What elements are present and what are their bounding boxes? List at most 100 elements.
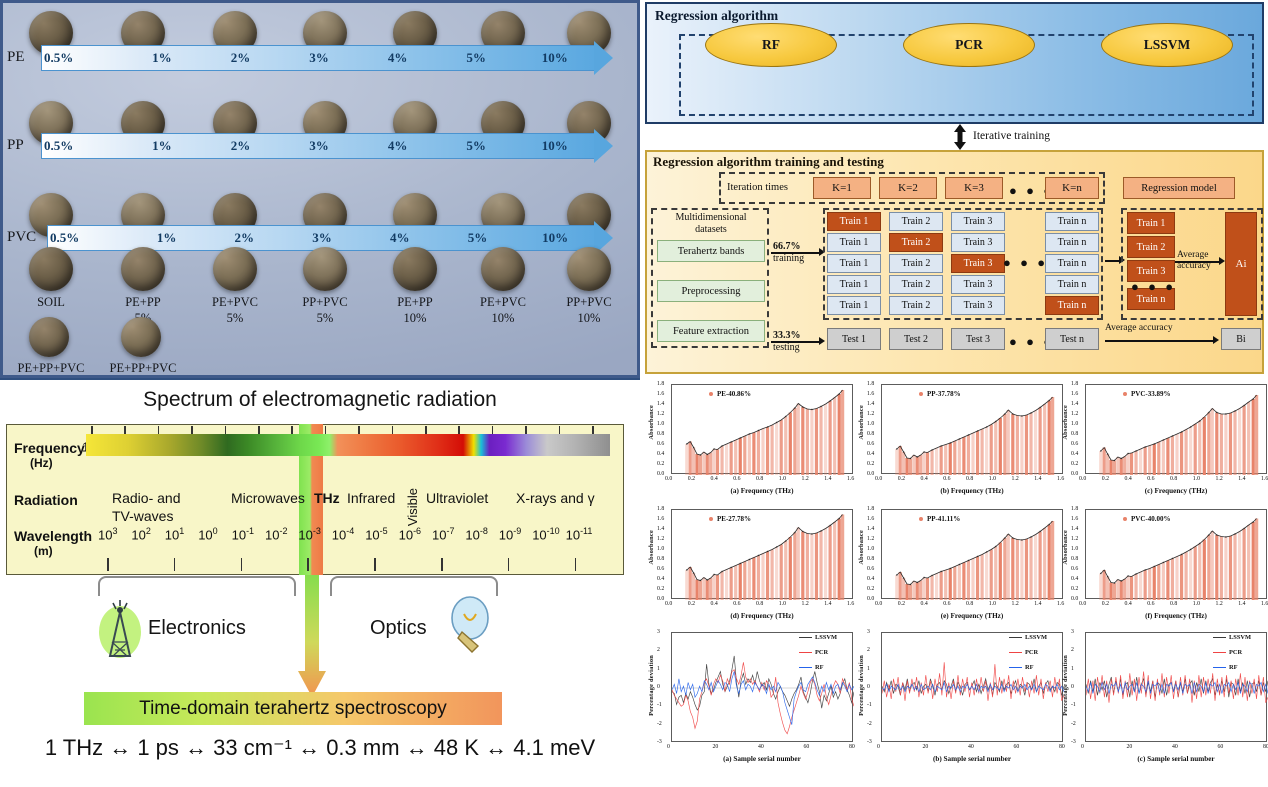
y-tick-label: 0.2 [1071, 461, 1079, 467]
test-3[interactable]: Test 3 [951, 328, 1005, 350]
train-cell[interactable]: Train 1 [827, 254, 881, 273]
x-tick-label: 0.2 [897, 476, 905, 482]
regression-model-box[interactable]: Regression model [1123, 177, 1235, 199]
y-tick-label: 1.0 [1071, 421, 1079, 427]
legend-label: RF [1229, 664, 1238, 671]
iteration-k3[interactable]: K=3 [945, 177, 1003, 199]
iteration-k2[interactable]: K=2 [879, 177, 937, 199]
algorithm-rf[interactable]: RF [705, 23, 837, 67]
y-tick-label: 0.0 [657, 596, 665, 602]
x-tick-label: 40 [968, 744, 974, 750]
dataset-step-preprocessing[interactable]: Preprocessing [657, 280, 765, 302]
x-tick-label: 40 [1172, 744, 1178, 750]
deviation-chart-dev-a: -3 -2 -1 0 1 2 3 Percentage deviation LSSVM PCR RF… [648, 628, 857, 778]
y-tick-label: 0.6 [1071, 566, 1079, 572]
x-tick-label: 1.4 [1238, 476, 1246, 482]
train-cell[interactable]: Train 3 [951, 212, 1005, 231]
concentration-10%: 10% [542, 230, 569, 245]
result-cell[interactable]: Train 1 [1127, 212, 1175, 234]
train-cell[interactable]: Train 2 [889, 212, 943, 231]
train-cell[interactable]: Train n [1045, 212, 1099, 231]
y-tick-label: 0.2 [1071, 586, 1079, 592]
train-cell[interactable]: Train 3 [951, 254, 1005, 273]
series-swatch-icon [1123, 517, 1127, 522]
row-label-pe: PE [7, 49, 25, 65]
train-cell[interactable]: Train 3 [951, 275, 1005, 294]
train-cell[interactable]: Train 1 [827, 296, 881, 315]
absorbance-chart-a: 0.0 0.2 0.4 0.6 0.8 1.0 1.2 1.4 1.6 1.8 Absorbance… [648, 380, 857, 498]
dataset-step-feature-extraction[interactable]: Feature extraction [657, 320, 765, 342]
y-tick-label: 1.4 [1071, 526, 1079, 532]
band-radio-line1: Radio- and [112, 490, 181, 506]
chart-legend: LSSVM PCR RF [1009, 634, 1047, 671]
test-accuracy-arrow-tip [1213, 336, 1219, 344]
iteration-k1[interactable]: K=1 [813, 177, 871, 199]
chart-caption: (c) Frequency (THz) [1144, 487, 1208, 495]
train-cell[interactable]: Train 1 [827, 212, 881, 231]
down-arrow-icon [298, 575, 326, 697]
wavelength-exponent: 10-1 [231, 526, 255, 543]
x-tick-label: 1.4 [824, 476, 832, 482]
chart-series-title-text: PP-37.78% [927, 390, 961, 398]
concentration-2%: 2% [234, 230, 255, 245]
train-cell[interactable]: Train n [1045, 296, 1099, 315]
y-tick-label: 1.6 [1071, 391, 1079, 397]
y-tick-label: 0 [867, 684, 870, 690]
train-cell[interactable]: Train n [1045, 275, 1099, 294]
algorithm-lssvm[interactable]: LSSVM [1101, 23, 1233, 67]
wavelength-tick [107, 558, 109, 571]
x-tick-label: 1.6 [1057, 476, 1065, 482]
chart-series-title: PP-37.78% [919, 390, 961, 398]
sample-pellet [393, 247, 437, 291]
x-tick-label: 0.6 [1147, 476, 1155, 482]
legend-label: PCR [1025, 649, 1039, 656]
dataset-step-terahertz-bands[interactable]: Terahertz bands [657, 240, 765, 262]
y-tick-label: 1.2 [867, 411, 875, 417]
legend-label: PCR [1229, 649, 1243, 656]
y-tick-label: 0.8 [657, 431, 665, 437]
y-tick-label: 0.6 [657, 441, 665, 447]
datasets-title-line2: datasets [695, 224, 727, 235]
concentration-5%: 5% [467, 230, 488, 245]
test-n[interactable]: Test n [1045, 328, 1099, 350]
y-tick-label: 0.0 [867, 471, 875, 477]
train-cell[interactable]: Train 1 [827, 233, 881, 252]
ai-output-box[interactable]: Ai [1225, 212, 1257, 316]
legend-line-icon [799, 651, 812, 654]
train-cell[interactable]: Train n [1045, 254, 1099, 273]
y-tick-label: 1.0 [657, 546, 665, 552]
y-tick-label: 1.0 [867, 546, 875, 552]
wavelength-tick [507, 558, 510, 571]
y-tick-label: 0.8 [1071, 556, 1079, 562]
band-microwaves: Microwaves [231, 490, 305, 506]
test-1[interactable]: Test 1 [827, 328, 881, 350]
regression-algorithm-box: Regression algorithm RF PCR LSSVM [645, 2, 1264, 124]
train-cell[interactable]: Train 3 [951, 233, 1005, 252]
y-tick-label: 0.4 [867, 576, 875, 582]
x-tick-label: 0.6 [943, 601, 951, 607]
frequency-unit: (Hz) [30, 456, 53, 470]
algorithm-pcr[interactable]: PCR [903, 23, 1035, 67]
wavelength-exponent: 10-9 [498, 526, 522, 543]
concentration-2%: 2% [230, 50, 251, 65]
concentration-3%: 3% [309, 138, 329, 153]
series-swatch-icon [1123, 392, 1127, 397]
chart-caption: (a) Frequency (THz) [730, 487, 794, 495]
test-2[interactable]: Test 2 [889, 328, 943, 350]
train-cell[interactable]: Train 3 [951, 296, 1005, 315]
y-tick-label: 1 [657, 665, 660, 672]
train-cell[interactable]: Train 1 [827, 275, 881, 294]
train-cell[interactable]: Train 2 [889, 296, 943, 315]
mixture-caption: PE+PP 10% [365, 295, 465, 326]
bi-output-box[interactable]: Bi [1221, 328, 1261, 350]
mixture-caption: PP+PVC 5% [275, 295, 375, 326]
x-tick-label: 0.0 [1079, 601, 1087, 607]
iteration-kn[interactable]: K=n [1045, 177, 1099, 199]
y-tick-label: 0.2 [867, 461, 875, 467]
result-cell[interactable]: Train 2 [1127, 236, 1175, 258]
train-cell[interactable]: Train 2 [889, 233, 943, 252]
train-cell[interactable]: Train 2 [889, 254, 943, 273]
train-cell[interactable]: Train 2 [889, 275, 943, 294]
y-tick-label: 1.6 [867, 391, 875, 397]
train-cell[interactable]: Train n [1045, 233, 1099, 252]
